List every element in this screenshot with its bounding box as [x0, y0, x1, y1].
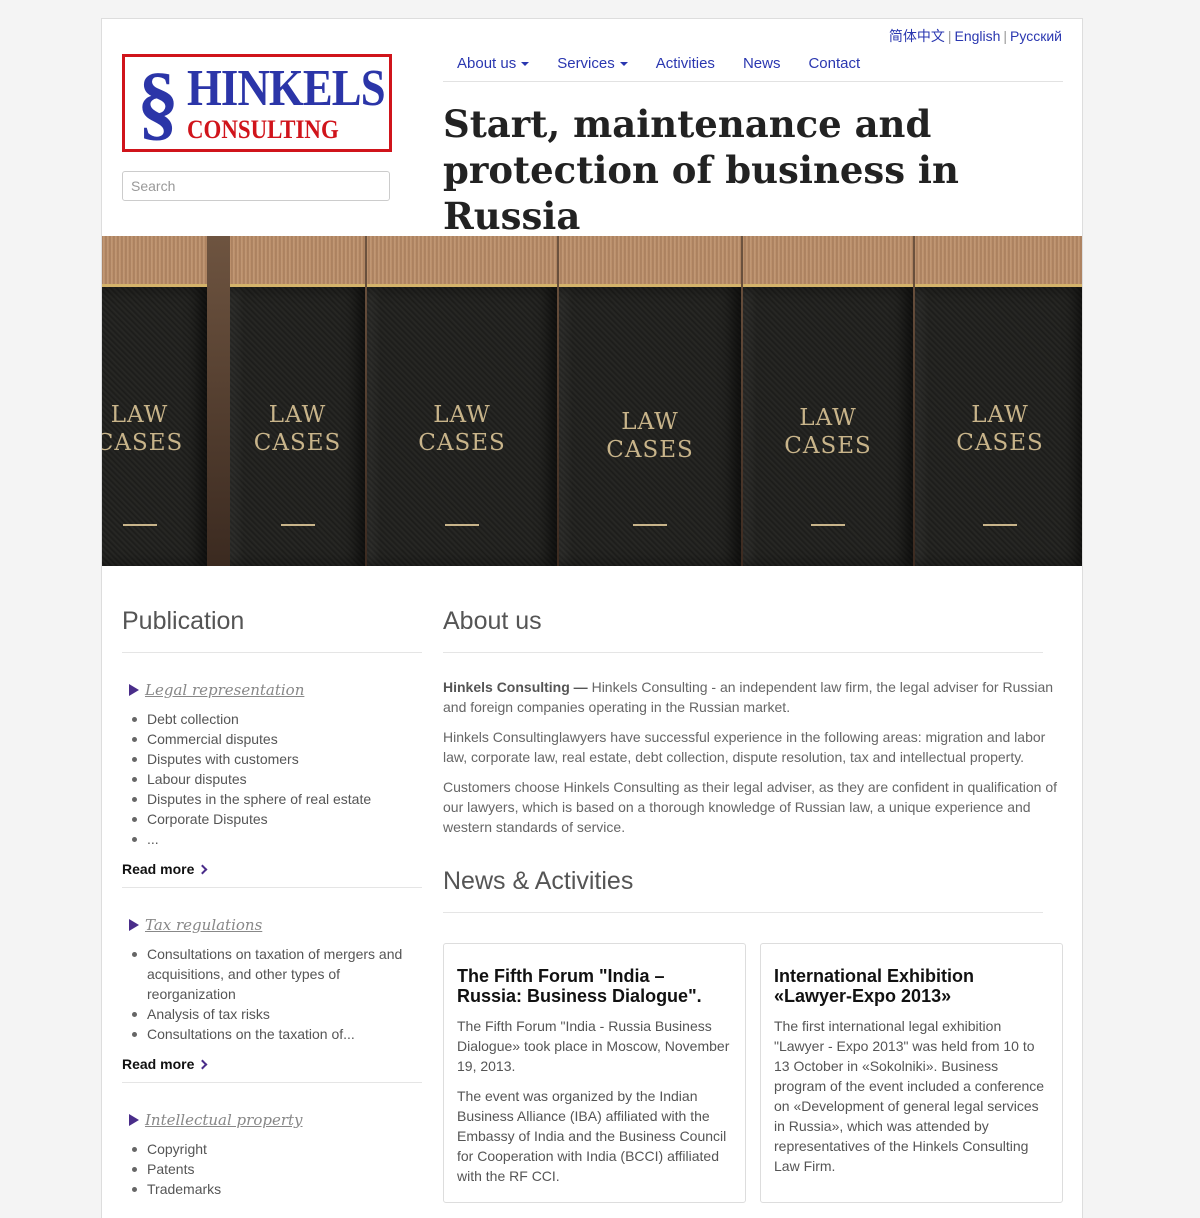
list-item: Disputes with customers	[132, 749, 422, 769]
lang-english-link[interactable]: English	[954, 28, 1000, 44]
page-container: 简体中文 | English | Русский § HINKELS CONSULTIN…	[101, 18, 1083, 1218]
triangle-right-icon	[129, 684, 139, 696]
list-item: ...	[132, 829, 422, 849]
lang-russian-link[interactable]: Русский	[1010, 28, 1062, 44]
nav-about-us[interactable]: About us	[443, 49, 543, 82]
nav-services[interactable]: Services	[543, 49, 642, 82]
book-title-line2: CASES	[253, 430, 342, 456]
caret-down-icon	[521, 62, 530, 67]
book-title-line2: CASES	[102, 430, 184, 456]
list-item: Copyright	[132, 1139, 422, 1159]
category-link-intellectual-property[interactable]: Intellectual property	[122, 1111, 422, 1129]
chevron-right-icon	[197, 864, 208, 874]
category-label: Tax regulations	[145, 916, 263, 934]
page-tagline: Start, maintenance and protection of bus…	[443, 102, 959, 238]
book-title-line1: LAW	[433, 402, 491, 428]
nav-services-label: Services	[557, 55, 615, 72]
about-paragraph: Customers choose Hinkels Consulting as t…	[443, 779, 1057, 835]
language-switcher: 简体中文 | English | Русский	[889, 26, 1062, 46]
list-item: Disputes in the sphere of real estate	[132, 789, 422, 809]
publication-group: Legal representation Debt collection Com…	[122, 653, 422, 888]
book-title-line1: LAW	[268, 402, 327, 428]
nav-contact[interactable]: Contact	[794, 49, 874, 82]
logo-line-hinkels: HINKELS	[187, 60, 386, 117]
news-card[interactable]: The Fifth Forum "India – Russia: Busines…	[443, 943, 746, 1203]
read-more-link[interactable]: Read more	[122, 1056, 422, 1072]
book-spine: LAW CASES	[743, 236, 913, 566]
book-title-line1: LAW	[971, 402, 1029, 428]
about-lead: Hinkels Consulting —	[443, 679, 588, 695]
publication-sidebar: Publication Legal representation Debt co…	[122, 607, 422, 1217]
news-card-text: The Fifth Forum "India - Russia Business…	[457, 1018, 730, 1074]
news-card-title[interactable]: The Fifth Forum "India – Russia: Busines…	[457, 966, 732, 1006]
category-label: Legal representation	[145, 681, 305, 699]
nav-about-us-label: About us	[457, 55, 517, 72]
read-more-link[interactable]: Read more	[122, 861, 422, 877]
book-title-line1: LAW	[110, 402, 169, 428]
news-cards: The Fifth Forum "India – Russia: Busines…	[443, 943, 1063, 1203]
list-item: Commercial disputes	[132, 729, 422, 749]
category-list: Consultations on taxation of mergers and…	[132, 944, 422, 1044]
book-title-line2: CASES	[956, 430, 1044, 456]
book-spine: LAW CASES	[915, 236, 1082, 566]
list-item: Corporate Disputes	[132, 809, 422, 829]
nav-news[interactable]: News	[729, 49, 795, 82]
read-more-label: Read more	[122, 1056, 195, 1072]
about-paragraph: Hinkels Consulting — Hinkels Consulting …	[443, 677, 1063, 717]
category-list: Copyright Patents Trademarks	[132, 1139, 422, 1199]
category-label: Intellectual property	[145, 1111, 303, 1129]
book-title-line2: CASES	[418, 430, 506, 456]
book-spine: LAW CASES	[559, 236, 741, 566]
book-title-line2: CASES	[784, 433, 872, 459]
publication-group: Intellectual property Copyright Patents …	[122, 1083, 422, 1217]
list-item: Debt collection	[132, 709, 422, 729]
main-content: About us Hinkels Consulting — Hinkels Co…	[443, 607, 1063, 1203]
hinkels-logo[interactable]: § HINKELS CONSULTING	[122, 54, 392, 152]
list-item: Consultations on the taxation of...	[132, 1024, 422, 1044]
triangle-right-icon	[129, 919, 139, 931]
category-link-legal-representation[interactable]: Legal representation	[122, 681, 422, 699]
news-card-title[interactable]: International Exhibition «Lawyer-Expo 20…	[774, 966, 1049, 1006]
list-item: Patents	[132, 1159, 422, 1179]
triangle-right-icon	[129, 1114, 139, 1126]
book-spine: LAW CASES	[367, 236, 557, 566]
book-spine: LAW CASES	[230, 236, 365, 566]
hero-image-law-books: LAW CASES LAW CASES LAW CASES LAW CASES LAW C…	[102, 236, 1082, 566]
news-card-text: The first international legal exhibition…	[774, 1018, 1045, 1174]
caret-down-icon	[619, 62, 628, 67]
book-title-line1: LAW	[799, 405, 857, 431]
main-nav: About us Services Activities News Contac…	[443, 49, 1063, 82]
about-text: Hinkels Consulting — Hinkels Consulting …	[443, 677, 1063, 837]
lang-separator: |	[947, 28, 952, 44]
nav-activities[interactable]: Activities	[642, 49, 729, 82]
about-paragraph: Hinkels Consultinglawyers have successfu…	[443, 729, 1046, 765]
news-card[interactable]: International Exhibition «Lawyer-Expo 20…	[760, 943, 1063, 1203]
publication-heading: Publication	[122, 607, 422, 653]
chevron-right-icon	[197, 1059, 208, 1069]
book-title-line2: CASES	[606, 437, 694, 463]
book-title-line1: LAW	[621, 409, 679, 435]
section-sign-icon: §	[137, 56, 179, 149]
about-heading: About us	[443, 607, 1043, 653]
category-link-tax-regulations[interactable]: Tax regulations	[122, 916, 422, 934]
logo-line-consulting: CONSULTING	[187, 115, 339, 144]
list-item: Labour disputes	[132, 769, 422, 789]
lang-separator: |	[1003, 28, 1008, 44]
search-input[interactable]	[122, 171, 390, 201]
publication-group: Tax regulations Consultations on taxatio…	[122, 888, 422, 1083]
list-item: Analysis of tax risks	[132, 1004, 422, 1024]
list-item: Consultations on taxation of mergers and…	[132, 944, 422, 1004]
category-list: Debt collection Commercial disputes Disp…	[132, 709, 422, 849]
lang-chinese-link[interactable]: 简体中文	[889, 28, 945, 44]
list-item: Trademarks	[132, 1179, 422, 1199]
news-card-text: The event was organized by the Indian Bu…	[457, 1088, 727, 1184]
book-spine: LAW CASES	[102, 236, 207, 566]
news-heading: News & Activities	[443, 867, 1043, 913]
read-more-label: Read more	[122, 861, 195, 877]
